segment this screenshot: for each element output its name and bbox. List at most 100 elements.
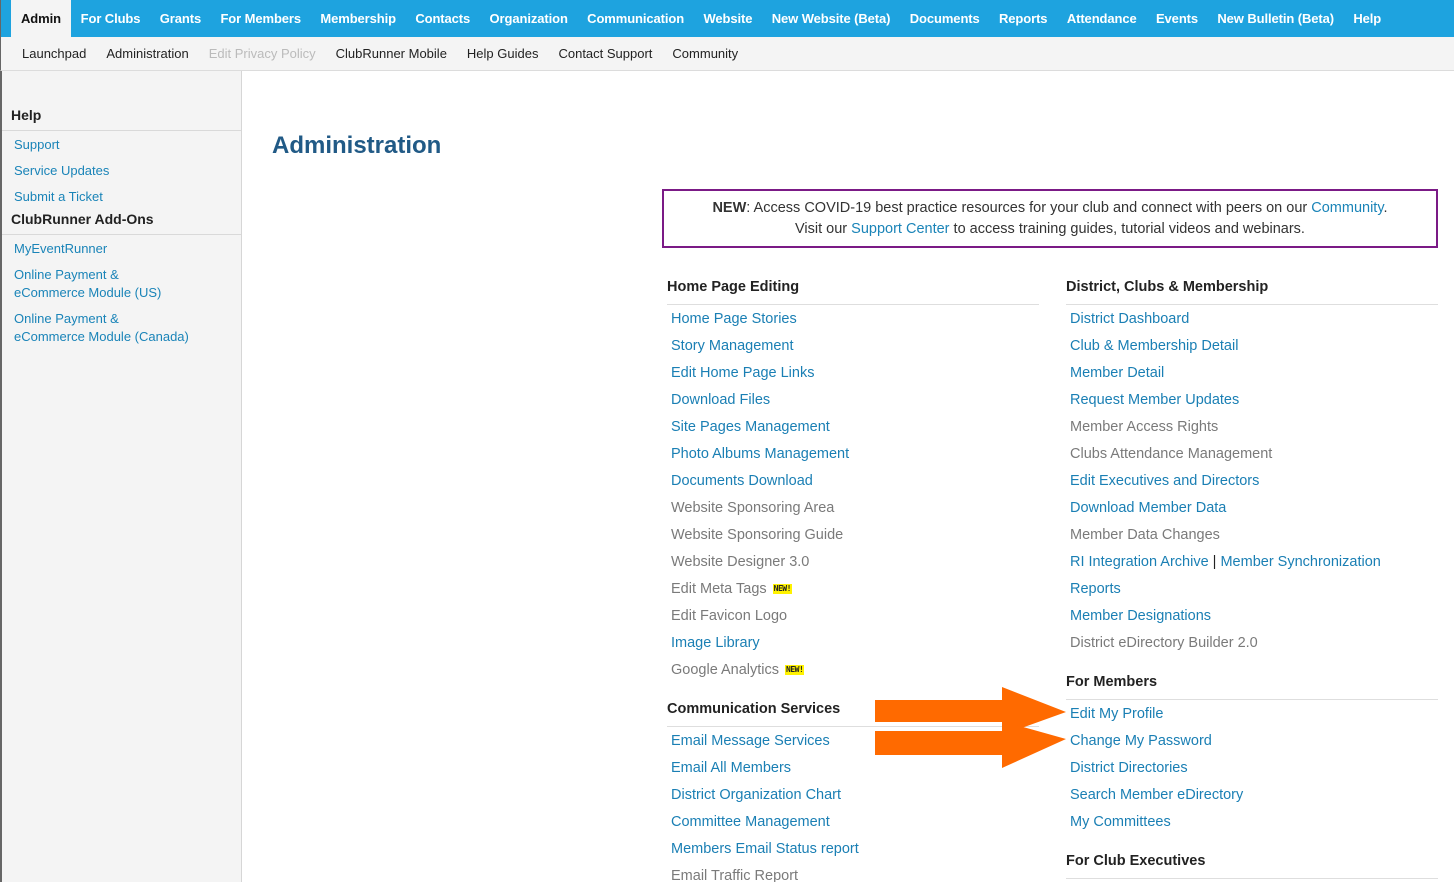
- section-heading-for-members: For Members: [1066, 670, 1438, 700]
- link-label[interactable]: RI Integration Archive: [1070, 554, 1209, 570]
- link-search-member-edirectory[interactable]: Search Member eDirectory: [1066, 782, 1438, 809]
- link-label[interactable]: Edit Home Page Links: [671, 365, 814, 381]
- link-label[interactable]: Download Files: [671, 392, 770, 408]
- sub-nav-administration[interactable]: Administration: [96, 46, 198, 61]
- link-label[interactable]: Documents Download: [671, 473, 813, 489]
- link-committee-management[interactable]: Committee Management: [667, 809, 1039, 836]
- link-club-and-membership-detail[interactable]: Club & Membership Detail: [1066, 333, 1438, 360]
- link-label[interactable]: My Committees: [1070, 814, 1171, 830]
- link-request-member-updates[interactable]: Request Member Updates: [1066, 387, 1438, 414]
- section-heading-home-page-editing: Home Page Editing: [667, 275, 1039, 305]
- link-label[interactable]: Search Member eDirectory: [1070, 787, 1243, 803]
- link-label[interactable]: Home Page Stories: [671, 311, 797, 327]
- link-label[interactable]: District Organization Chart: [671, 787, 841, 803]
- link-district-organization-chart[interactable]: District Organization Chart: [667, 782, 1039, 809]
- link-ri-integration-archive[interactable]: RI Integration Archive | Member Synchron…: [1066, 549, 1438, 576]
- top-nav-new-bulletin-beta[interactable]: New Bulletin (Beta): [1208, 0, 1344, 37]
- top-nav-help[interactable]: Help: [1344, 0, 1391, 37]
- link-label[interactable]: Committee Management: [671, 814, 830, 830]
- link-label: District eDirectory Builder 2.0: [1070, 635, 1258, 651]
- link-label[interactable]: Member Designations: [1070, 608, 1211, 624]
- left-column: Home Page Editing Home Page Stories Story…: [667, 275, 1039, 882]
- link-label[interactable]: Email Message Services: [671, 733, 830, 749]
- top-nav-reports[interactable]: Reports: [989, 0, 1057, 37]
- sidebar-link-myeventrunner[interactable]: MyEventRunner: [2, 240, 241, 258]
- link-edit-home-page-links[interactable]: Edit Home Page Links: [667, 360, 1039, 387]
- sidebar-link-ecommerce-canada[interactable]: Online Payment & eCommerce Module (Canad…: [2, 310, 202, 346]
- link-label[interactable]: Edit My Profile: [1070, 706, 1163, 722]
- covid-notice-banner: NEW: Access COVID-19 best practice resou…: [662, 189, 1438, 248]
- link-member-data-changes: Member Data Changes: [1066, 522, 1438, 549]
- top-nav-contacts[interactable]: Contacts: [406, 0, 480, 37]
- link-documents-download[interactable]: Documents Download: [667, 468, 1039, 495]
- link-change-my-password[interactable]: Change My Password: [1066, 728, 1438, 755]
- link-members-email-status-report[interactable]: Members Email Status report: [667, 836, 1039, 863]
- link-district-directories[interactable]: District Directories: [1066, 755, 1438, 782]
- link-member-synchronization[interactable]: Member Synchronization: [1220, 554, 1380, 570]
- link-label: Website Designer 3.0: [671, 554, 810, 570]
- top-nav-grants[interactable]: Grants: [150, 0, 211, 37]
- link-member-detail[interactable]: Member Detail: [1066, 360, 1438, 387]
- sidebar-link-submit-ticket[interactable]: Submit a Ticket: [2, 188, 241, 206]
- notice-line-1: NEW: Access COVID-19 best practice resou…: [664, 198, 1436, 219]
- sub-nav-clubrunner-mobile[interactable]: ClubRunner Mobile: [326, 46, 457, 61]
- link-story-management[interactable]: Story Management: [667, 333, 1039, 360]
- link-download-files[interactable]: Download Files: [667, 387, 1039, 414]
- link-home-page-stories[interactable]: Home Page Stories: [667, 306, 1039, 333]
- sidebar-heading-addons: ClubRunner Add-Ons: [2, 209, 241, 235]
- sidebar-link-support[interactable]: Support: [2, 136, 241, 154]
- link-label[interactable]: Edit Executives and Directors: [1070, 473, 1259, 489]
- top-nav-for-clubs[interactable]: For Clubs: [71, 0, 150, 37]
- top-nav-for-members[interactable]: For Members: [211, 0, 311, 37]
- top-nav-admin[interactable]: Admin: [11, 0, 71, 37]
- link-image-library[interactable]: Image Library: [667, 630, 1039, 657]
- link-label[interactable]: District Directories: [1070, 760, 1188, 776]
- link-edit-meta-tags: Edit Meta Tags NEW!: [667, 576, 1039, 603]
- link-label[interactable]: Request Member Updates: [1070, 392, 1239, 408]
- link-edit-executives-and-directors[interactable]: Edit Executives and Directors: [1066, 468, 1438, 495]
- top-nav-events[interactable]: Events: [1146, 0, 1207, 37]
- link-label[interactable]: Member Detail: [1070, 365, 1164, 381]
- link-google-analytics: Google Analytics NEW!: [667, 657, 1039, 684]
- link-reports[interactable]: Reports: [1066, 576, 1438, 603]
- link-edit-my-profile[interactable]: Edit My Profile: [1066, 701, 1438, 728]
- link-site-pages-management[interactable]: Site Pages Management: [667, 414, 1039, 441]
- top-nav-organization[interactable]: Organization: [480, 0, 578, 37]
- link-download-member-data[interactable]: Download Member Data: [1066, 495, 1438, 522]
- sub-nav-edit-privacy-policy: Edit Privacy Policy: [208, 46, 316, 61]
- top-nav-communication[interactable]: Communication: [577, 0, 693, 37]
- top-nav-membership[interactable]: Membership: [311, 0, 406, 37]
- link-photo-albums-management[interactable]: Photo Albums Management: [667, 441, 1039, 468]
- link-member-designations[interactable]: Member Designations: [1066, 603, 1438, 630]
- link-label[interactable]: Download Member Data: [1070, 500, 1226, 516]
- link-label[interactable]: Story Management: [671, 338, 794, 354]
- sub-nav-launchpad[interactable]: Launchpad: [12, 46, 96, 61]
- link-my-committees[interactable]: My Committees: [1066, 809, 1438, 836]
- top-nav-documents[interactable]: Documents: [900, 0, 989, 37]
- district-clubs-membership-list: District Dashboard Club & Membership Deta…: [1066, 305, 1438, 657]
- link-label[interactable]: Members Email Status report: [671, 841, 859, 857]
- top-nav-website[interactable]: Website: [694, 0, 762, 37]
- notice-community-link[interactable]: Community: [1311, 200, 1383, 216]
- link-label[interactable]: Reports: [1070, 581, 1121, 597]
- notice-new-label: NEW: [712, 200, 747, 216]
- link-label[interactable]: Email All Members: [671, 760, 791, 776]
- link-label[interactable]: Change My Password: [1070, 733, 1212, 749]
- sub-nav-help-guides[interactable]: Help Guides: [457, 46, 549, 61]
- link-label[interactable]: Club & Membership Detail: [1070, 338, 1238, 354]
- notice-period: .: [1383, 200, 1388, 216]
- link-label[interactable]: District Dashboard: [1070, 311, 1189, 327]
- link-label[interactable]: Photo Albums Management: [671, 446, 849, 462]
- link-label: Edit Favicon Logo: [671, 608, 788, 624]
- link-label[interactable]: Site Pages Management: [671, 419, 830, 435]
- top-nav-new-website-beta[interactable]: New Website (Beta): [762, 0, 900, 37]
- top-nav-attendance[interactable]: Attendance: [1057, 0, 1146, 37]
- link-label[interactable]: Image Library: [671, 635, 760, 651]
- sub-nav-contact-support[interactable]: Contact Support: [548, 46, 662, 61]
- notice-support-center-link[interactable]: Support Center: [851, 221, 949, 237]
- sidebar-link-ecommerce-us[interactable]: Online Payment & eCommerce Module (US): [2, 266, 202, 302]
- sub-nav-community[interactable]: Community: [662, 46, 748, 61]
- link-district-dashboard[interactable]: District Dashboard: [1066, 306, 1438, 333]
- link-label: Email Traffic Report: [671, 868, 799, 882]
- sidebar-link-service-updates[interactable]: Service Updates: [2, 162, 241, 180]
